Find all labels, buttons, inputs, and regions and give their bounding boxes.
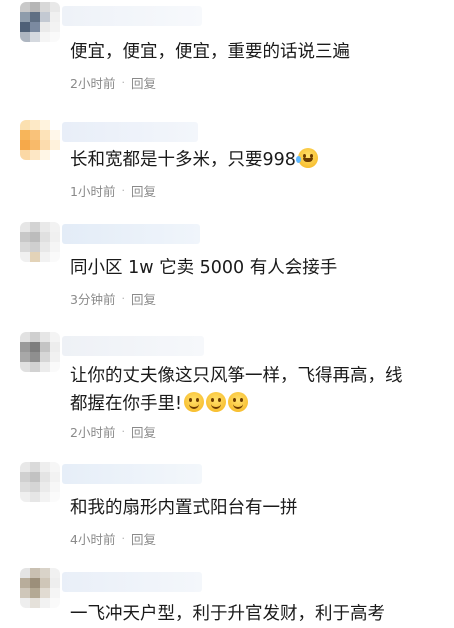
laughing-crying-emoji-icon xyxy=(295,148,318,168)
comment-item: 和我的扇形内置式阳台有一拼 4小时前 · 回复 xyxy=(0,456,454,556)
separator-dot: · xyxy=(121,184,125,197)
comment-text: 和我的扇形内置式阳台有一拼 xyxy=(70,498,298,518)
comment-meta: 1小时前 · 回复 xyxy=(70,181,156,200)
avatar[interactable] xyxy=(20,568,60,608)
reply-button[interactable]: 回复 xyxy=(131,529,156,548)
comment-meta: 2小时前 · 回复 xyxy=(70,422,156,441)
reply-button[interactable]: 回复 xyxy=(131,73,156,92)
username-blurred[interactable] xyxy=(62,336,204,356)
reply-button[interactable]: 回复 xyxy=(131,422,156,441)
comment-item: 便宜，便宜，便宜，重要的话说三遍 2小时前 · 回复 xyxy=(0,0,454,100)
comment-text: 长和宽都是十多米，只要998 xyxy=(70,146,432,174)
comment-time: 1小时前 xyxy=(70,184,116,199)
comment-text: 让你的丈夫像这只风筝一样，飞得再高，线都握在你手里! xyxy=(70,362,414,418)
comment-text: 同小区 1w 它卖 5000 有人会接手 xyxy=(70,258,338,278)
comment-text: 便宜，便宜，便宜，重要的话说三遍 xyxy=(70,42,350,62)
smile-emoji-icon xyxy=(228,392,249,412)
comment-time: 2小时前 xyxy=(70,76,116,91)
comment-meta: 4小时前 · 回复 xyxy=(70,529,156,548)
smile-emoji-icon xyxy=(206,392,227,412)
username-blurred[interactable] xyxy=(62,122,198,142)
avatar[interactable] xyxy=(20,462,60,502)
avatar[interactable] xyxy=(20,2,60,42)
separator-dot: · xyxy=(121,76,125,89)
comment-time: 4小时前 xyxy=(70,532,116,547)
comment-text: 一飞冲天户型，利于升官发财，利于高考 xyxy=(70,604,385,624)
username-blurred[interactable] xyxy=(62,6,202,26)
comment-item: 让你的丈夫像这只风筝一样，飞得再高，线都握在你手里! 2小时前 · 回复 xyxy=(0,322,454,452)
reply-button[interactable]: 回复 xyxy=(131,181,156,200)
separator-dot: · xyxy=(121,532,125,545)
comment-item: 一飞冲天户型，利于升官发财，利于高考 xyxy=(0,560,454,624)
separator-dot: · xyxy=(121,292,125,305)
username-blurred[interactable] xyxy=(62,224,200,244)
avatar[interactable] xyxy=(20,120,60,160)
separator-dot: · xyxy=(121,425,125,438)
comment-text-content: 长和宽都是十多米，只要998 xyxy=(70,150,296,170)
smile-emoji-icon xyxy=(184,392,205,412)
comment-meta: 2小时前 · 回复 xyxy=(70,73,156,92)
avatar[interactable] xyxy=(20,222,60,262)
avatar[interactable] xyxy=(20,332,60,372)
comment-time: 3分钟前 xyxy=(70,292,116,307)
comment-time: 2小时前 xyxy=(70,425,116,440)
reply-button[interactable]: 回复 xyxy=(131,289,156,308)
username-blurred[interactable] xyxy=(62,464,202,484)
comment-meta: 3分钟前 · 回复 xyxy=(70,289,156,308)
comment-item: 长和宽都是十多米，只要998 1小时前 · 回复 xyxy=(0,106,454,206)
comment-item: 同小区 1w 它卖 5000 有人会接手 3分钟前 · 回复 xyxy=(0,214,454,314)
username-blurred[interactable] xyxy=(62,572,202,592)
